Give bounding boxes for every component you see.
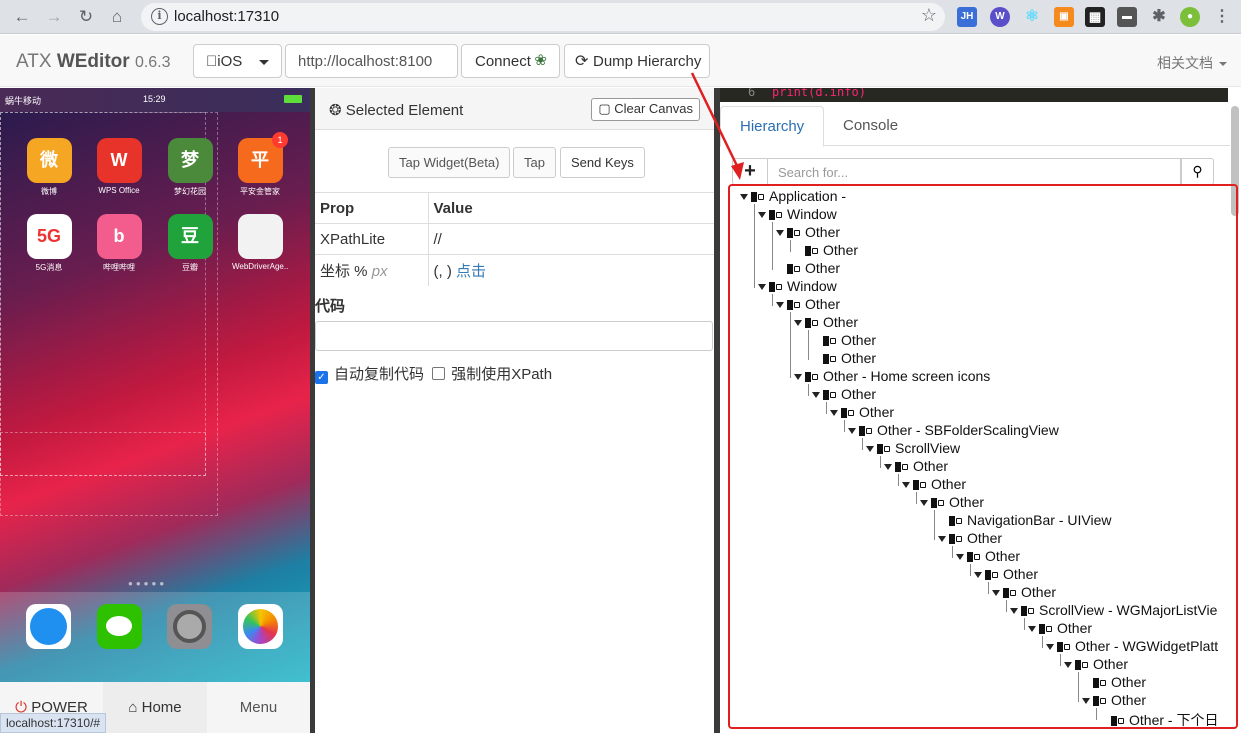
annotation-arrow — [690, 72, 744, 180]
